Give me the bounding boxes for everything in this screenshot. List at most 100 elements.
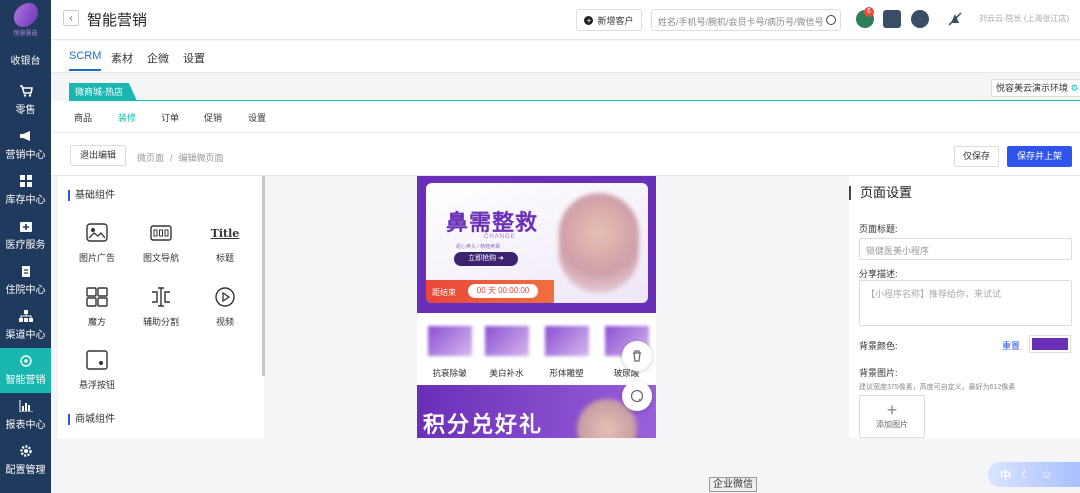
page-title-input[interactable]: 锁健医美小程序 (859, 238, 1072, 260)
nav-label: 玻尿酸 (613, 368, 640, 378)
tab-orders[interactable]: 订单 (161, 111, 179, 124)
save-publish-button[interactable]: 保存并上架 (1007, 146, 1073, 167)
contacts-icon[interactable] (911, 10, 929, 28)
tab-promotions[interactable]: 促销 (204, 111, 222, 124)
component-divider[interactable]: 辅助分割 (130, 286, 192, 328)
brand-logo[interactable]: 悦容慧选 (0, 0, 51, 40)
sidebar-item-label: 配置管理 (5, 465, 46, 476)
document-icon[interactable] (883, 10, 901, 28)
plus-icon: + (584, 15, 594, 25)
sidebar-item-config[interactable]: 配置管理 (0, 438, 51, 483)
preview-banner[interactable]: 鼻需整救 CHANGE 甜心鼻头 / 精雕鼻翼 立即抢购 ➜ 距结束 00 天 … (417, 176, 656, 313)
delete-icon[interactable] (622, 341, 652, 371)
sidebar-item-inventory[interactable]: 库存中心 (0, 168, 51, 213)
environment-label: 悦容美云演示环境 (996, 83, 1069, 93)
logo-mark-icon (9, 0, 42, 30)
emoji-icon[interactable]: ☺ (1041, 469, 1052, 481)
plus-icon: + (886, 400, 898, 420)
nav-cell[interactable]: 美白补水 (479, 321, 534, 379)
component-image-nav[interactable]: 图文导航 (130, 222, 192, 264)
target-icon (19, 355, 33, 367)
component-label: 图片广告 (78, 253, 115, 263)
comment-icon[interactable] (622, 381, 652, 411)
user-name[interactable]: 刘云云-院长 (上海张江店) (979, 13, 1079, 24)
sidebar-item-smart-marketing[interactable]: 智能营销 (0, 348, 51, 393)
sidebar-item-medical[interactable]: 医疗服务 (0, 213, 51, 258)
nav-label: 抗衰除皱 (432, 368, 467, 378)
tab-wecom[interactable]: 企微 (147, 50, 169, 66)
add-image-button[interactable]: + 添加图片 (859, 395, 925, 438)
main-tabs: SCRM 素材 企微 设置 (51, 41, 1080, 73)
org-chart-icon (18, 310, 33, 322)
color-swatch (1032, 338, 1068, 350)
points-banner[interactable]: 积分兑好礼 (417, 385, 656, 438)
search-input[interactable]: 姓名/手机号/腕机/会员卡号/病历号/微信号 (651, 9, 841, 31)
cube-grid-icon (86, 286, 108, 308)
back-button[interactable]: ‹ (63, 10, 79, 26)
top-bar: ‹ 智能营销 + 新增客户 姓名/手机号/腕机/会员卡号/病历号/微信号 6 刘… (51, 0, 1080, 40)
sidebar-item-label: 收银台 (10, 55, 41, 67)
component-video[interactable]: 视频 (194, 286, 256, 328)
component-image-ad[interactable]: 图片广告 (66, 222, 128, 264)
component-float-button[interactable]: 悬浮按钮 (66, 349, 128, 391)
sidebar-item-reports[interactable]: 报表中心 (0, 393, 51, 438)
bg-image-hint: 建议宽度375像素，高度可自定义，最好为612像素 (859, 384, 1016, 391)
search-icon[interactable] (826, 15, 836, 25)
divider-icon (150, 286, 172, 308)
sidebar-item-channel[interactable]: 渠道中心 (0, 303, 51, 348)
sidebar-item-marketing-center[interactable]: 营销中心 (0, 123, 51, 168)
page-preview[interactable]: 鼻需整救 CHANGE 甜心鼻头 / 精雕鼻翼 立即抢购 ➜ 距结束 00 天 … (417, 176, 656, 438)
sidebar: 悦容慧选 收银台 零售 营销中心 库存中心 医疗服务 住院中心 渠道中心 智能营… (0, 0, 51, 493)
title-icon: Title (211, 222, 240, 244)
image-nav-row: 抗衰除皱 美白补水 形体雕塑 玻尿酸 (417, 321, 656, 385)
sidebar-item-inpatient[interactable]: 住院中心 (0, 258, 51, 303)
new-customer-button[interactable]: + 新增客户 (576, 9, 642, 31)
bg-color-picker[interactable] (1029, 335, 1071, 353)
tab-material[interactable]: 素材 (111, 50, 133, 66)
edit-toolbar: 退出编辑 微页面 / 编辑微页面 仅保存 保存并上架 (51, 133, 1080, 176)
nav-cell[interactable]: 抗衰除皱 (422, 321, 477, 379)
points-banner-title: 积分兑好礼 (423, 412, 544, 437)
sidebar-item-label: 库存中心 (5, 195, 46, 206)
component-title[interactable]: Title 标题 (194, 222, 256, 264)
nav-cell[interactable]: 形体雕塑 (539, 321, 594, 379)
save-only-button[interactable]: 仅保存 (954, 146, 1000, 167)
sidebar-item-retail[interactable]: 零售 (0, 78, 51, 123)
ime-toolbar[interactable]: 中 ☾ ☺ (988, 462, 1080, 487)
reset-color-button[interactable]: 重置 (1002, 339, 1020, 352)
mute-icon[interactable] (946, 10, 964, 28)
tab-decoration[interactable]: 装修 (118, 111, 136, 124)
panel-scrollbar[interactable] (262, 176, 265, 376)
countdown-timer: 00 天 00:00:00 (468, 284, 538, 298)
logo-text: 悦容慧选 (13, 30, 38, 37)
component-label: 悬浮按钮 (78, 380, 115, 390)
tab-settings[interactable]: 设置 (183, 50, 205, 66)
shop-tag[interactable]: 微商城-热店 (69, 83, 137, 101)
sidebar-item-label: 医疗服务 (5, 240, 46, 251)
page-title: 智能营销 (87, 12, 148, 29)
environment-selector[interactable]: 悦容美云演示环境 ⚙ (991, 79, 1080, 97)
shop-bar: 微商城-热店 悦容美云演示环境 ⚙ (51, 73, 1080, 101)
nav-image (484, 326, 529, 356)
breadcrumb: 微页面 / 编辑微页面 (137, 151, 224, 164)
moon-icon[interactable]: ☾ (1021, 468, 1031, 481)
section-title-basic: 基础组件 (68, 190, 115, 201)
tab-products[interactable]: 商品 (74, 111, 92, 124)
settings-title: 页面设置 (849, 186, 912, 200)
exit-edit-button[interactable]: 退出编辑 (70, 145, 127, 166)
countdown-label: 距结束 (432, 288, 456, 297)
tab-scrm[interactable]: SCRM (69, 50, 102, 71)
sidebar-item-cashier[interactable]: 收银台 (0, 40, 51, 78)
bg-color-label: 背景颜色: (859, 341, 898, 351)
component-magic-cube[interactable]: 魔方 (66, 286, 128, 328)
tab-shop-settings[interactable]: 设置 (248, 111, 266, 124)
breadcrumb-micropage[interactable]: 微页面 (137, 153, 164, 163)
ime-mode[interactable]: 中 (1000, 467, 1011, 483)
buy-now-button[interactable]: 立即抢购 ➜ (454, 252, 518, 266)
gear-icon (19, 445, 33, 457)
search-placeholder: 姓名/手机号/腕机/会员卡号/病历号/微信号 (658, 17, 824, 27)
breadcrumb-separator: / (170, 153, 173, 163)
clipboard-icon (19, 265, 33, 277)
share-desc-textarea[interactable]: 【小程序名称】推荐给你，来试试 (859, 280, 1072, 326)
gear-icon[interactable]: ⚙ (1071, 83, 1079, 93)
